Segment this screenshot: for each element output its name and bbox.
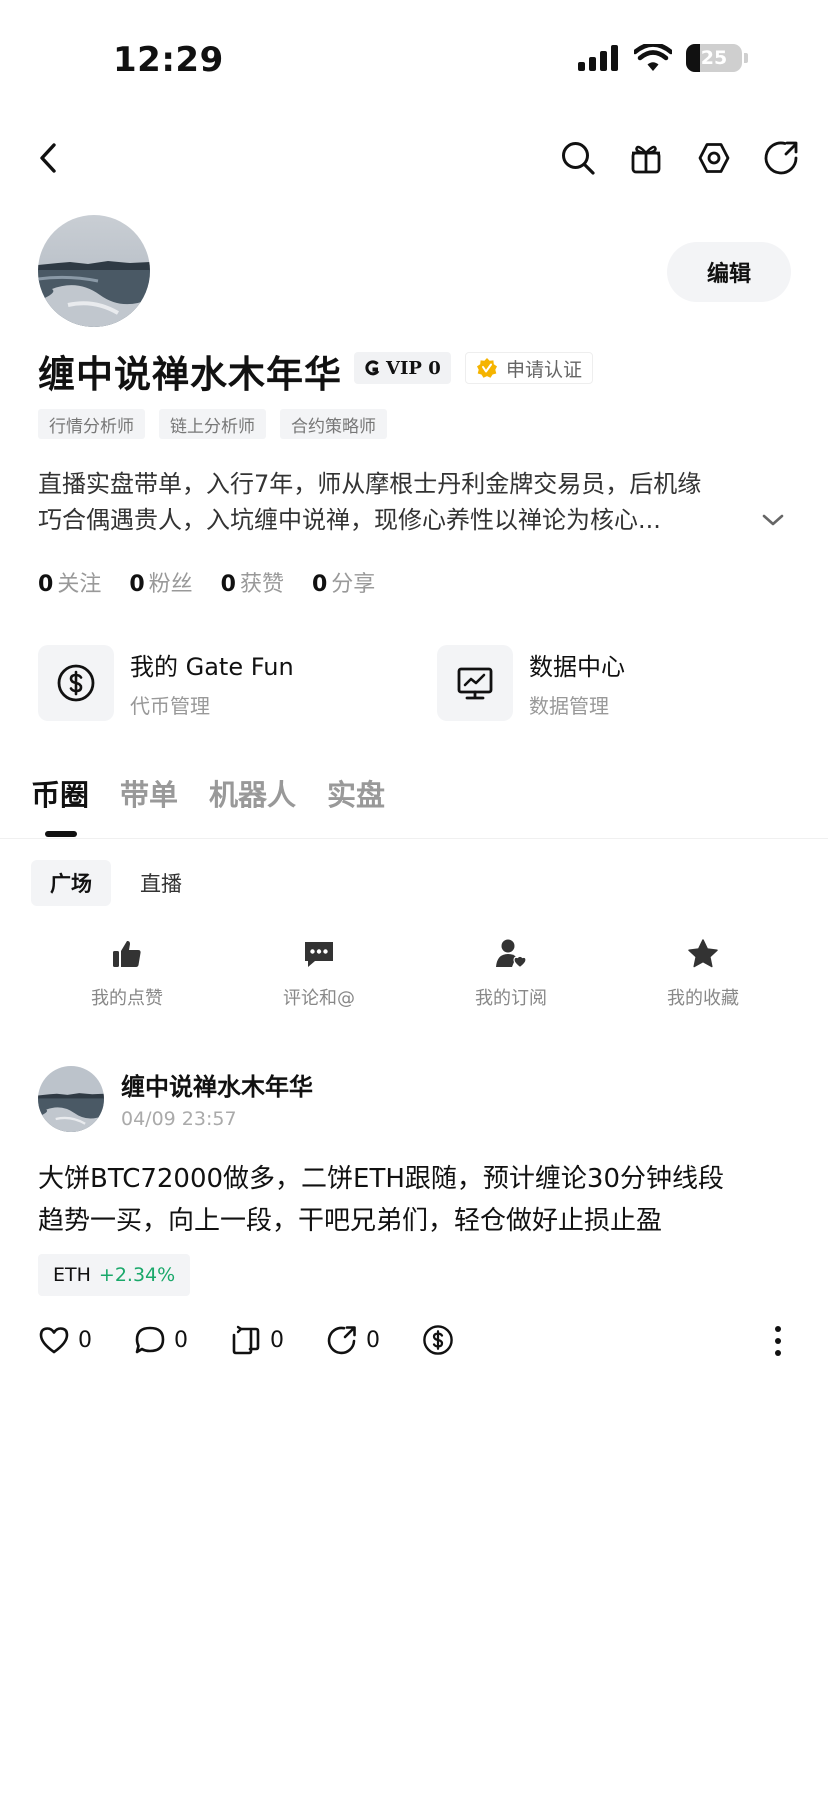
thumbs-up-icon — [113, 940, 141, 967]
vip-logo-icon — [365, 360, 380, 376]
my-favorites-action[interactable]: 我的收藏 — [633, 938, 773, 1010]
stat-followers[interactable]: 0 粉丝 — [129, 566, 192, 598]
subtab-square[interactable]: 广场 — [31, 860, 111, 906]
data-center-card[interactable]: 数据中心 数据管理 — [437, 645, 625, 721]
my-likes-label: 我的点赞 — [91, 988, 163, 1009]
like-count: 0 — [78, 1327, 92, 1353]
coin-change: +2.34% — [98, 1264, 176, 1286]
main-tab-bar: 币圈 带单 机器人 实盘 — [31, 772, 385, 814]
stat-likes[interactable]: 0 获赞 — [221, 566, 284, 598]
gift-icon — [631, 145, 661, 174]
share-button[interactable] — [759, 136, 803, 180]
battery-indicator: 25 — [686, 44, 742, 72]
subscribe-user-icon — [496, 939, 527, 969]
stat-shares[interactable]: 0 分享 — [312, 566, 375, 598]
tab-bots[interactable]: 机器人 — [209, 772, 296, 814]
gate-fun-subtitle: 代币管理 — [130, 694, 210, 718]
share-icon — [764, 141, 798, 175]
profile-avatar[interactable] — [38, 215, 150, 327]
chart-monitor-icon — [457, 667, 493, 700]
tag-onchain-analyst: 链上分析师 — [159, 409, 266, 439]
repost-button[interactable]: 0 — [230, 1325, 284, 1355]
profile-tags: 行情分析师 链上分析师 合约策略师 — [38, 409, 387, 439]
gift-button[interactable] — [624, 136, 668, 180]
tabs-divider — [0, 838, 828, 839]
gate-fun-title: 我的 Gate Fun — [130, 653, 294, 681]
post-timestamp: 04/09 23:57 — [121, 1108, 237, 1130]
more-vertical-icon — [775, 1326, 781, 1356]
repost-icon — [232, 1325, 260, 1355]
settings-button[interactable] — [692, 136, 736, 180]
stat-following[interactable]: 0 关注 — [38, 566, 101, 598]
subtab-live[interactable]: 直播 — [121, 860, 201, 906]
my-subscriptions-label: 我的订阅 — [475, 988, 547, 1009]
my-likes-action[interactable]: 我的点赞 — [57, 938, 197, 1010]
wifi-icon — [634, 44, 672, 71]
status-time: 12:29 — [113, 40, 224, 80]
tab-crypto-circle[interactable]: 币圈 — [31, 772, 89, 814]
post-text-line-2: 趋势一买，向上一段，干吧兄弟们，轻仓做好止损止盈 — [38, 1206, 663, 1236]
vip-badge[interactable]: VIP 0 — [354, 352, 451, 384]
post-more-button[interactable] — [772, 1324, 784, 1362]
gear-icon — [698, 143, 730, 173]
edit-profile-button[interactable]: 编辑 — [667, 242, 791, 302]
status-icons: 25 — [578, 44, 748, 72]
signal-icon — [578, 45, 618, 71]
my-favorites-label: 我的收藏 — [667, 988, 739, 1009]
tip-button[interactable] — [422, 1324, 454, 1356]
expand-bio-button[interactable] — [761, 512, 785, 532]
comments-mentions-action[interactable]: 评论和@ — [249, 938, 389, 1010]
profile-username: 缠中说禅水木年华 — [38, 353, 342, 396]
bio-line-1: 直播实盘带单，入行7年，师从摩根士丹利金牌交易员，后机缘 — [38, 470, 702, 498]
search-button[interactable] — [556, 136, 600, 180]
dollar-circle-icon — [57, 664, 95, 702]
gate-fun-card[interactable]: 我的 Gate Fun 代币管理 — [38, 645, 294, 721]
chevron-left-icon — [40, 143, 56, 173]
profile-bio[interactable]: 直播实盘带单，入行7年，师从摩根士丹利金牌交易员，后机缘 巧合偶遇贵人，入坑缠中… — [38, 466, 768, 538]
coin-symbol: ETH — [53, 1264, 91, 1286]
comment-count: 0 — [174, 1327, 188, 1353]
tab-copy-trading[interactable]: 带单 — [120, 772, 178, 814]
chevron-down-icon — [762, 514, 784, 526]
post-author-name[interactable]: 缠中说禅水木年华 — [121, 1067, 313, 1102]
vip-label: VIP 0 — [386, 357, 441, 379]
tip-dollar-icon — [423, 1325, 453, 1355]
share-post-button[interactable]: 0 — [326, 1325, 380, 1355]
data-center-title: 数据中心 — [529, 653, 625, 681]
post-content[interactable]: 大饼BTC72000做多，二饼ETH跟随，预计缠论30分钟线段 趋势一买，向上一… — [38, 1158, 798, 1242]
data-center-subtitle: 数据管理 — [529, 694, 609, 718]
tag-contract-strategist: 合约策略师 — [280, 409, 387, 439]
post-action-bar: 0 0 0 0 — [38, 1324, 454, 1356]
repost-count: 0 — [270, 1327, 284, 1353]
comment-icon — [305, 942, 333, 967]
back-button[interactable] — [26, 136, 70, 180]
profile-stats: 0 关注 0 粉丝 0 获赞 0 分享 — [38, 566, 375, 598]
comment-bubble-icon — [135, 1326, 165, 1354]
verified-badge-icon — [477, 358, 497, 378]
active-tab-indicator — [45, 831, 77, 837]
like-button[interactable]: 0 — [38, 1325, 92, 1355]
battery-level: 25 — [700, 47, 728, 69]
apply-verification-button[interactable]: 申请认证 — [465, 352, 594, 384]
share-post-icon — [327, 1326, 356, 1355]
post-author-avatar[interactable] — [38, 1066, 104, 1132]
bio-line-2: 巧合偶遇贵人，入坑缠中说禅，现修心养性以禅论为核心... — [38, 506, 661, 534]
comments-mentions-label: 评论和@ — [283, 988, 355, 1009]
comment-button[interactable]: 0 — [134, 1325, 188, 1355]
tab-live-trading[interactable]: 实盘 — [327, 772, 385, 814]
share-count: 0 — [366, 1327, 380, 1353]
my-subscriptions-action[interactable]: 我的订阅 — [441, 938, 581, 1010]
search-icon — [562, 142, 595, 175]
star-icon — [688, 939, 718, 968]
heart-icon — [39, 1327, 69, 1354]
coin-chip[interactable]: ETH +2.34% — [38, 1254, 191, 1296]
post-text-line-1: 大饼BTC72000做多，二饼ETH跟随，预计缠论30分钟线段 — [38, 1164, 725, 1194]
verify-label: 申请认证 — [506, 358, 583, 381]
tag-market-analyst: 行情分析师 — [38, 409, 145, 439]
